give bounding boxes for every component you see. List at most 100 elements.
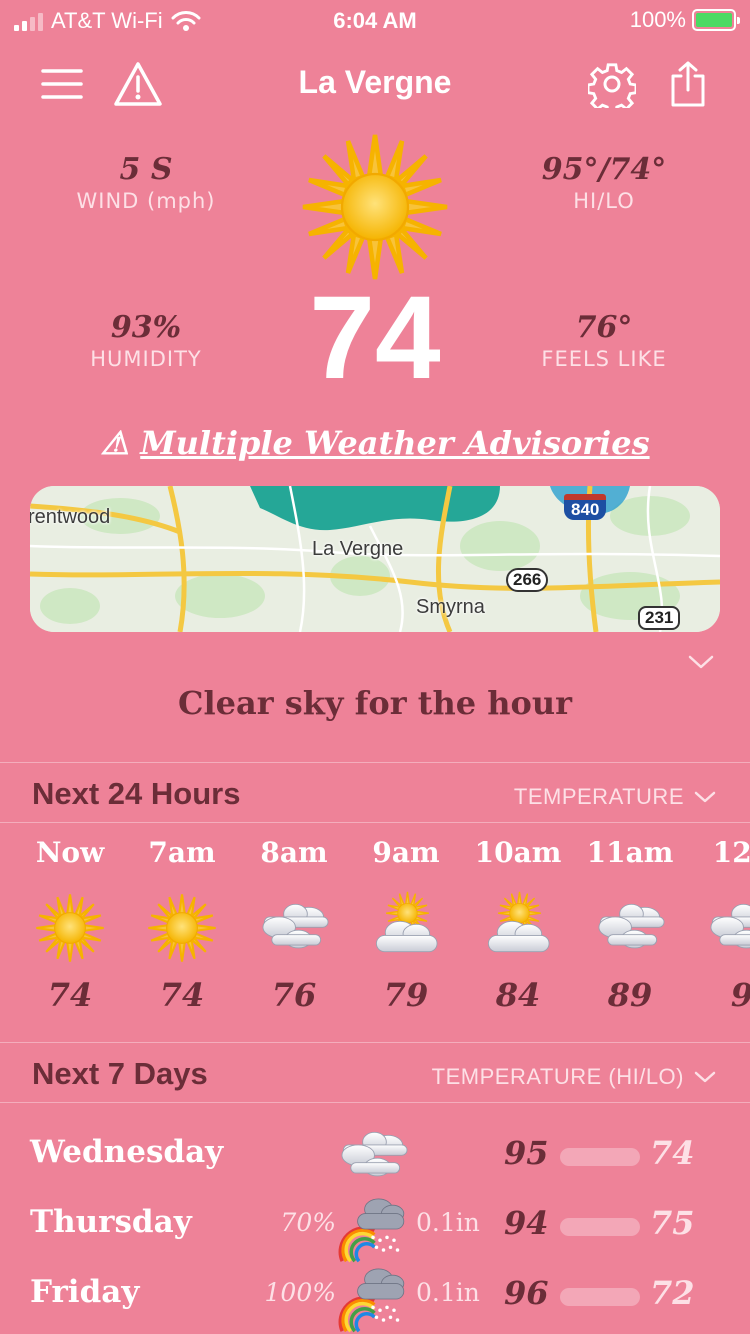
wind-stat: 5 S WIND (mph) xyxy=(46,152,246,213)
chevron-down-icon xyxy=(694,791,716,803)
header: La Vergne xyxy=(0,56,750,116)
hamburger-menu-icon xyxy=(41,69,83,99)
precip-amount: 0.1in xyxy=(416,1278,480,1307)
day-name: Friday xyxy=(30,1274,140,1310)
menu-button[interactable] xyxy=(34,56,90,112)
hour-label: 12p xyxy=(712,836,750,869)
hour-label: 10am xyxy=(474,836,562,869)
divider xyxy=(0,1102,750,1103)
feels-like-value: 76° xyxy=(575,310,633,345)
route-shield-231: 231 xyxy=(638,606,681,630)
gear-icon xyxy=(588,63,636,108)
partly-cloudy-icon xyxy=(369,891,443,965)
hour-item: 8am 76 xyxy=(238,836,350,1014)
hour-temp: 89 xyxy=(607,976,653,1014)
hour-item: 10am 84 xyxy=(462,836,574,1014)
hour-item: 11am 89 xyxy=(574,836,686,1014)
precip-chance: 100% xyxy=(264,1278,336,1307)
divider xyxy=(0,762,750,763)
hilo-label: HI/LO xyxy=(573,189,635,213)
advisory-text: Multiple Weather Advisories xyxy=(140,424,650,462)
hour-label: 8am xyxy=(260,836,328,869)
sun-icon xyxy=(147,893,217,963)
precip-chance: 70% xyxy=(280,1208,336,1237)
route-shield-266: 266 xyxy=(506,568,549,592)
rain-rainbow-icon xyxy=(338,1197,406,1263)
warning-triangle-icon: ⚠ xyxy=(100,424,130,462)
humidity-value: 93% xyxy=(110,310,182,345)
day-row[interactable]: Friday 100% 0.1in 96 72 xyxy=(0,1264,750,1334)
daily-metric-label: TEMPERATURE (HI/LO) xyxy=(431,1064,684,1089)
settings-button[interactable] xyxy=(584,56,640,112)
daily-section-title: Next 7 Days xyxy=(32,1056,208,1091)
partly-cloudy-icon xyxy=(481,891,555,965)
hilo-value: 95°/74° xyxy=(541,152,667,187)
hour-temp: 74 xyxy=(159,976,205,1014)
hour-label: 7am xyxy=(148,836,216,869)
battery-percent: 100% xyxy=(629,7,686,32)
hour-temp: 9 xyxy=(686,976,750,1014)
hourly-section-title: Next 24 Hours xyxy=(32,776,241,811)
temp-range-bar xyxy=(560,1218,640,1236)
hilo-stat: 95°/74° HI/LO xyxy=(504,152,704,213)
feels-like-label: FEELS LIKE xyxy=(541,347,667,371)
share-button[interactable] xyxy=(660,56,716,112)
feels-like-stat: 76° FEELS LIKE xyxy=(504,310,704,371)
chevron-down-icon[interactable] xyxy=(688,654,714,670)
interstate-shield-840: 840 xyxy=(564,494,607,520)
day-low: 75 xyxy=(650,1204,695,1242)
hour-summary: Clear sky for the hour xyxy=(177,684,573,722)
day-high: 95 xyxy=(504,1134,549,1172)
humidity-stat: 93% HUMIDITY xyxy=(46,310,246,371)
cloudy-icon xyxy=(341,1131,408,1177)
wind-label: WIND (mph) xyxy=(76,189,216,213)
sun-icon xyxy=(300,132,450,282)
chevron-down-icon xyxy=(694,1071,716,1083)
hour-label: Now xyxy=(35,836,105,869)
cloudy-icon xyxy=(262,903,329,949)
hour-label: 11am xyxy=(586,836,674,869)
hour-item: Now 74 xyxy=(14,836,126,1014)
map-label-smyrna: Smyrna xyxy=(416,596,485,618)
hour-temp: 74 xyxy=(47,976,93,1014)
hour-item: 12p 9 xyxy=(686,836,750,1014)
divider xyxy=(0,1042,750,1043)
battery-icon xyxy=(692,9,740,31)
current-temperature: 74 xyxy=(309,272,441,404)
map-label-brentwood: rentwood xyxy=(30,506,111,528)
map-label-la-vergne: La Vergne xyxy=(312,538,404,560)
day-name: Wednesday xyxy=(30,1134,224,1170)
day-name: Thursday xyxy=(30,1204,192,1240)
radar-map[interactable]: rentwood La Vergne Smyrna 840 266 231 xyxy=(30,486,720,632)
status-right: 100% xyxy=(629,7,740,33)
day-high: 94 xyxy=(504,1204,549,1242)
day-low: 72 xyxy=(650,1274,695,1312)
alerts-button[interactable] xyxy=(110,56,166,112)
rain-rainbow-icon xyxy=(338,1267,406,1333)
hour-item: 7am 74 xyxy=(126,836,238,1014)
humidity-label: HUMIDITY xyxy=(90,347,202,371)
hour-label: 9am xyxy=(372,836,440,869)
daily-metric-selector[interactable]: TEMPERATURE (HI/LO) xyxy=(432,1064,716,1090)
hourly-metric-label: TEMPERATURE xyxy=(513,784,684,809)
advisory-link[interactable]: ⚠ Multiple Weather Advisories xyxy=(0,424,750,462)
day-high: 96 xyxy=(504,1274,549,1312)
day-low: 74 xyxy=(650,1134,695,1172)
cloudy-icon xyxy=(598,903,665,949)
hourly-forecast[interactable]: Now 74 7am 74 8am 76 9am 79 10am 84 11am… xyxy=(14,836,750,1014)
sun-icon xyxy=(35,893,105,963)
location-title[interactable]: La Vergne xyxy=(180,64,570,101)
temp-range-bar xyxy=(560,1148,640,1166)
divider xyxy=(0,822,750,823)
hour-temp: 79 xyxy=(383,976,429,1014)
hour-temp: 76 xyxy=(271,976,317,1014)
temp-range-bar xyxy=(560,1288,640,1306)
hour-temp: 84 xyxy=(495,976,541,1014)
day-row[interactable]: Wednesday 95 74 xyxy=(0,1124,750,1194)
precip-amount: 0.1in xyxy=(416,1208,480,1237)
share-icon xyxy=(671,61,705,107)
hourly-metric-selector[interactable]: TEMPERATURE xyxy=(514,784,716,810)
day-row[interactable]: Thursday 70% 0.1in 94 75 xyxy=(0,1194,750,1264)
cloudy-icon xyxy=(710,903,750,949)
status-bar: AT&T Wi-Fi 6:04 AM 100% xyxy=(0,0,750,42)
